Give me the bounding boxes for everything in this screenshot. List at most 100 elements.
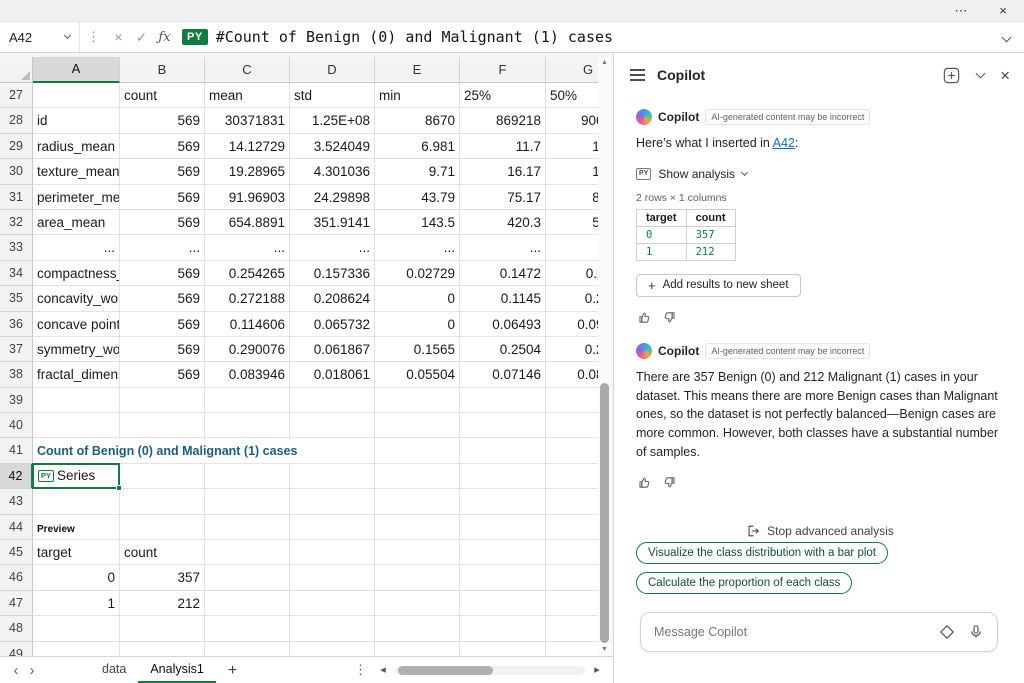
- cell-C43[interactable]: [205, 489, 290, 514]
- cell-C42[interactable]: [205, 464, 290, 489]
- cell-A27[interactable]: [33, 83, 120, 108]
- cell-G40[interactable]: [546, 413, 598, 438]
- row-header-29[interactable]: 29: [0, 134, 33, 159]
- cell-D34[interactable]: 0.157336: [290, 261, 375, 286]
- cell-D37[interactable]: 0.061867: [290, 337, 375, 362]
- cell-B34[interactable]: 569: [120, 261, 205, 286]
- thumbs-down-icon[interactable]: [663, 310, 678, 325]
- row-header-28[interactable]: 28: [0, 108, 33, 133]
- scroll-down-icon[interactable]: ▼: [598, 644, 611, 656]
- cell-E35[interactable]: 0: [375, 286, 460, 311]
- thumbs-up-icon[interactable]: [636, 310, 651, 325]
- sheet-tab-data[interactable]: data: [90, 657, 138, 683]
- scroll-up-icon[interactable]: ▲: [598, 57, 611, 69]
- cell-A46[interactable]: 0: [33, 565, 120, 590]
- cell-C34[interactable]: 0.254265: [205, 261, 290, 286]
- row-header-42[interactable]: 42: [0, 464, 33, 489]
- cell-C27[interactable]: mean: [205, 83, 290, 108]
- cell-G37[interactable]: 0.2822: [546, 337, 598, 362]
- cell-B49[interactable]: [120, 642, 205, 656]
- scroll-left-icon[interactable]: ◂: [375, 658, 391, 683]
- fill-handle[interactable]: [116, 485, 122, 491]
- cell-C49[interactable]: [205, 642, 290, 656]
- cell-A41[interactable]: Count of Benign (0) and Malignant (1) ca…: [33, 438, 120, 463]
- cell-G34[interactable]: 0.2119: [546, 261, 598, 286]
- column-header-E[interactable]: E: [375, 57, 460, 83]
- sheet-tab-Analysis1[interactable]: Analysis1: [138, 657, 216, 683]
- cell-G38[interactable]: 0.08004: [546, 362, 598, 387]
- cell-E29[interactable]: 6.981: [375, 134, 460, 159]
- cell-A33[interactable]: ...: [33, 235, 120, 260]
- column-header-C[interactable]: C: [205, 57, 290, 83]
- cell-F41[interactable]: [460, 438, 546, 463]
- vertical-scrollbar[interactable]: ▲ ▼: [598, 57, 611, 656]
- cell-E37[interactable]: 0.1565: [375, 337, 460, 362]
- cell-C44[interactable]: [205, 515, 290, 540]
- cell-D35[interactable]: 0.208624: [290, 286, 375, 311]
- cell-E44[interactable]: [375, 515, 460, 540]
- cell-F34[interactable]: 0.1472: [460, 261, 546, 286]
- cell-E41[interactable]: [375, 438, 460, 463]
- cell-D46[interactable]: [290, 565, 375, 590]
- column-header-B[interactable]: B: [120, 57, 205, 83]
- cell-F38[interactable]: 0.07146: [460, 362, 546, 387]
- new-chat-icon[interactable]: [942, 66, 961, 85]
- cell-E34[interactable]: 0.02729: [375, 261, 460, 286]
- cell-E33[interactable]: ...: [375, 235, 460, 260]
- cell-A28[interactable]: id: [33, 108, 120, 133]
- cell-C37[interactable]: 0.290076: [205, 337, 290, 362]
- row-header-47[interactable]: 47: [0, 591, 33, 616]
- row-header-35[interactable]: 35: [0, 286, 33, 311]
- cell-C40[interactable]: [205, 413, 290, 438]
- thumbs-up-icon[interactable]: [636, 475, 651, 490]
- cell-D42[interactable]: [290, 464, 375, 489]
- cell-A30[interactable]: texture_mean: [33, 159, 120, 184]
- scroll-right-icon[interactable]: ▸: [589, 658, 605, 683]
- cell-A43[interactable]: [33, 489, 120, 514]
- cell-G27[interactable]: 50%: [546, 83, 598, 108]
- cell-F43[interactable]: [460, 489, 546, 514]
- cell-B44[interactable]: [120, 515, 205, 540]
- cell-D44[interactable]: [290, 515, 375, 540]
- cell-G29[interactable]: 13.37: [546, 134, 598, 159]
- cell-D45[interactable]: [290, 540, 375, 565]
- cell-E38[interactable]: 0.05504: [375, 362, 460, 387]
- row-header-48[interactable]: 48: [0, 616, 33, 641]
- cell-C48[interactable]: [205, 616, 290, 641]
- cell-G46[interactable]: [546, 565, 598, 590]
- collapse-pane-icon[interactable]: [976, 69, 986, 79]
- cell-D30[interactable]: 4.301036: [290, 159, 375, 184]
- cell-A47[interactable]: 1: [33, 591, 120, 616]
- cell-F33[interactable]: ...: [460, 235, 546, 260]
- cell-D36[interactable]: 0.065732: [290, 312, 375, 337]
- cell-E49[interactable]: [375, 642, 460, 656]
- cell-F47[interactable]: [460, 591, 546, 616]
- cell-E27[interactable]: min: [375, 83, 460, 108]
- cell-A49[interactable]: [33, 642, 120, 656]
- cell-G31[interactable]: 86.24: [546, 185, 598, 210]
- cell-G33[interactable]: ...: [546, 235, 598, 260]
- cell-D39[interactable]: [290, 388, 375, 413]
- cell-B32[interactable]: 569: [120, 210, 205, 235]
- cell-G49[interactable]: [546, 642, 598, 656]
- cell-G35[interactable]: 0.2267: [546, 286, 598, 311]
- cell-G47[interactable]: [546, 591, 598, 616]
- row-header-30[interactable]: 30: [0, 159, 33, 184]
- microphone-icon[interactable]: [968, 624, 984, 640]
- row-header-43[interactable]: 43: [0, 489, 33, 514]
- add-sheet-button[interactable]: +: [216, 658, 249, 683]
- row-header-46[interactable]: 46: [0, 565, 33, 590]
- cell-A36[interactable]: concave points_worst: [33, 312, 120, 337]
- menu-icon[interactable]: [630, 69, 645, 81]
- cell-E42[interactable]: [375, 464, 460, 489]
- cell-D47[interactable]: [290, 591, 375, 616]
- cell-G32[interactable]: 551.1: [546, 210, 598, 235]
- cell-G42[interactable]: [546, 464, 598, 489]
- tab-bar-more-icon[interactable]: ⋮: [346, 662, 375, 678]
- cell-F40[interactable]: [460, 413, 546, 438]
- cell-D38[interactable]: 0.018061: [290, 362, 375, 387]
- row-header-44[interactable]: 44: [0, 515, 33, 540]
- cell-B48[interactable]: [120, 616, 205, 641]
- row-header-34[interactable]: 34: [0, 261, 33, 286]
- cell-C33[interactable]: ...: [205, 235, 290, 260]
